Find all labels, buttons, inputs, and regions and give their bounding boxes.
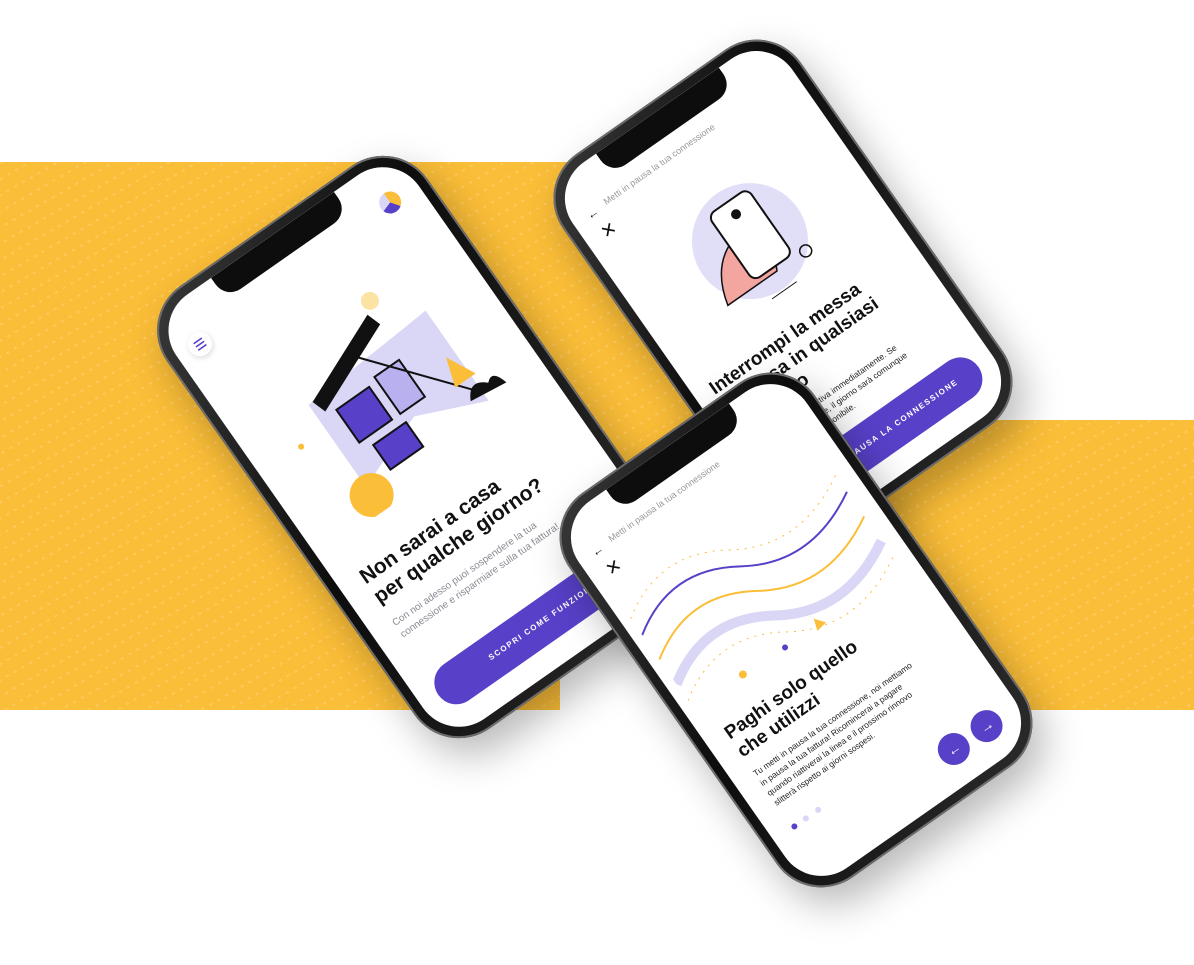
hamburger-menu-icon[interactable] [183, 327, 217, 361]
back-arrow-icon[interactable]: ← [589, 541, 607, 559]
next-button[interactable]: → [964, 703, 1009, 749]
pie-badge-icon [374, 187, 406, 218]
pagination-dots [786, 800, 825, 835]
prev-button[interactable]: ← [931, 726, 977, 772]
back-arrow-icon[interactable]: ← [584, 204, 602, 222]
close-icon[interactable]: ✕ [597, 218, 621, 244]
